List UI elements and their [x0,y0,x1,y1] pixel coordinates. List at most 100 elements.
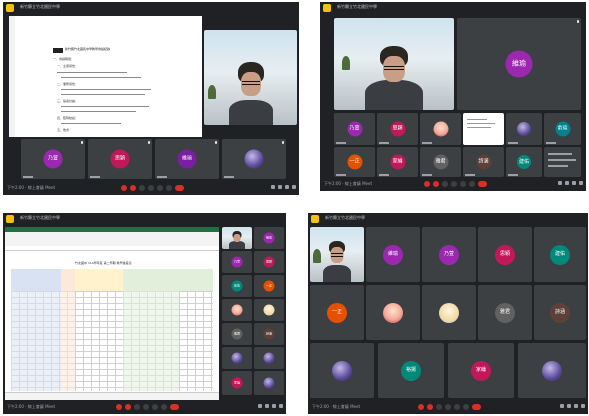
leave-call-button[interactable] [478,181,487,187]
participant-tile[interactable]: 思穎 [254,251,284,273]
participant-tile[interactable]: 維瑜 [155,139,219,179]
info-icon[interactable] [258,404,262,408]
participant-tile[interactable]: 詩涵 [463,147,504,177]
presenter-video[interactable] [204,30,297,125]
participant-tile[interactable] [222,347,252,369]
present-button[interactable] [152,404,158,410]
activities-icon[interactable] [581,404,585,408]
participant-tile[interactable]: 思穎 [478,227,532,282]
participant-tile[interactable]: 乃萱 [422,227,476,282]
chat-icon[interactable] [272,404,276,408]
info-icon[interactable] [271,185,275,189]
participant-tile[interactable]: 乃萱 [21,139,85,179]
plant-decor [342,56,350,70]
participant-tile[interactable]: 雅君 [222,323,252,345]
participant-tile[interactable] [254,299,284,321]
participant-tile[interactable] [366,285,420,340]
shared-spreadsheet[interactable]: 竹北國中 110學年度 第二學期 教學進度表 [5,227,219,400]
chat-icon[interactable] [574,404,578,408]
participant-tile[interactable]: 裕揚 [378,343,444,398]
more-options-button[interactable] [469,181,475,187]
participant-tile[interactable]: 思穎 [88,139,152,179]
doc-text-line [61,89,151,90]
participant-tile[interactable] [310,343,374,398]
participant-tile[interactable] [420,113,461,145]
present-button[interactable] [454,404,460,410]
participant-tile[interactable]: 雅君 [420,147,461,177]
participant-tile[interactable]: 建佑 [222,275,252,297]
captions-button[interactable] [134,404,140,410]
camera-button[interactable] [427,404,433,410]
more-options-button[interactable] [161,404,167,410]
activities-icon[interactable] [579,181,583,185]
raise-hand-button[interactable] [445,404,451,410]
participant-tile[interactable]: 家綸 [448,343,514,398]
participant-tile-large[interactable]: 維瑜 [457,18,581,110]
participant-tile[interactable]: 俞瑄 [544,113,581,145]
mic-button[interactable] [418,404,424,410]
participant-tile[interactable]: 雅君 [478,285,532,340]
participant-name [90,176,100,178]
participant-tile[interactable]: 詩涵 [534,285,586,340]
participant-tile[interactable]: 思穎 [377,113,418,145]
presenter-video[interactable] [222,227,252,249]
participant-tile[interactable] [254,347,284,369]
info-icon[interactable] [558,181,562,185]
raise-hand-button[interactable] [148,185,154,191]
camera-button[interactable] [130,185,136,191]
meeting-time-label: 下午2:00 · 線上會議 Meet [312,404,361,409]
activities-icon[interactable] [292,185,296,189]
captions-button[interactable] [139,185,145,191]
present-button[interactable] [157,185,163,191]
more-participants-tile[interactable] [544,147,581,177]
participant-tile[interactable] [506,113,542,145]
participant-tile[interactable]: 詩涵 [254,323,284,345]
people-icon[interactable] [567,404,571,408]
present-button[interactable] [460,181,466,187]
participant-tile[interactable]: 維瑜 [366,227,420,282]
people-icon[interactable] [565,181,569,185]
captions-button[interactable] [436,404,442,410]
more-options-button[interactable] [463,404,469,410]
participant-tile[interactable] [222,299,252,321]
avatar: 建佑 [231,280,243,292]
participant-tile[interactable]: 一正 [254,275,284,297]
participant-tile[interactable]: 建佑 [534,227,586,282]
participant-tile[interactable]: 維瑜 [254,227,284,249]
leave-call-button[interactable] [472,404,481,410]
presenter-video[interactable] [310,227,364,282]
excel-ribbon [5,232,219,246]
participant-tile[interactable] [254,371,284,395]
info-icon[interactable] [560,404,564,408]
mic-button[interactable] [116,404,122,410]
leave-call-button[interactable] [175,185,184,191]
people-icon[interactable] [278,185,282,189]
participant-tile[interactable]: 一正 [334,147,375,177]
participant-tile[interactable] [518,343,586,398]
participant-name [336,174,346,176]
participant-tile[interactable]: 家綸 [222,371,252,395]
raise-hand-button[interactable] [143,404,149,410]
mic-button[interactable] [121,185,127,191]
participant-tile[interactable]: 家綸 [377,147,418,177]
activities-icon[interactable] [279,404,283,408]
mic-button[interactable] [424,181,430,187]
shared-screen-thumbnail[interactable] [463,113,504,145]
shared-document[interactable]: 新竹縣竹北國民中學教學會議紀錄 一、會議時間： 一、主席報告： 二、業務報告： … [9,16,202,137]
leave-call-button[interactable] [170,404,179,410]
camera-button[interactable] [433,181,439,187]
participant-tile[interactable]: 乃萱 [334,113,375,145]
participant-tile[interactable]: 建佑 [506,147,542,177]
raise-hand-button[interactable] [451,181,457,187]
participant-tile[interactable] [222,139,286,179]
presenter-video[interactable] [334,18,454,110]
more-options-button[interactable] [166,185,172,191]
participant-tile[interactable] [422,285,476,340]
captions-button[interactable] [442,181,448,187]
chat-icon[interactable] [572,181,576,185]
participant-tile[interactable]: 乃萱 [222,251,252,273]
camera-button[interactable] [125,404,131,410]
chat-icon[interactable] [285,185,289,189]
people-icon[interactable] [265,404,269,408]
participant-tile[interactable]: 一正 [310,285,364,340]
